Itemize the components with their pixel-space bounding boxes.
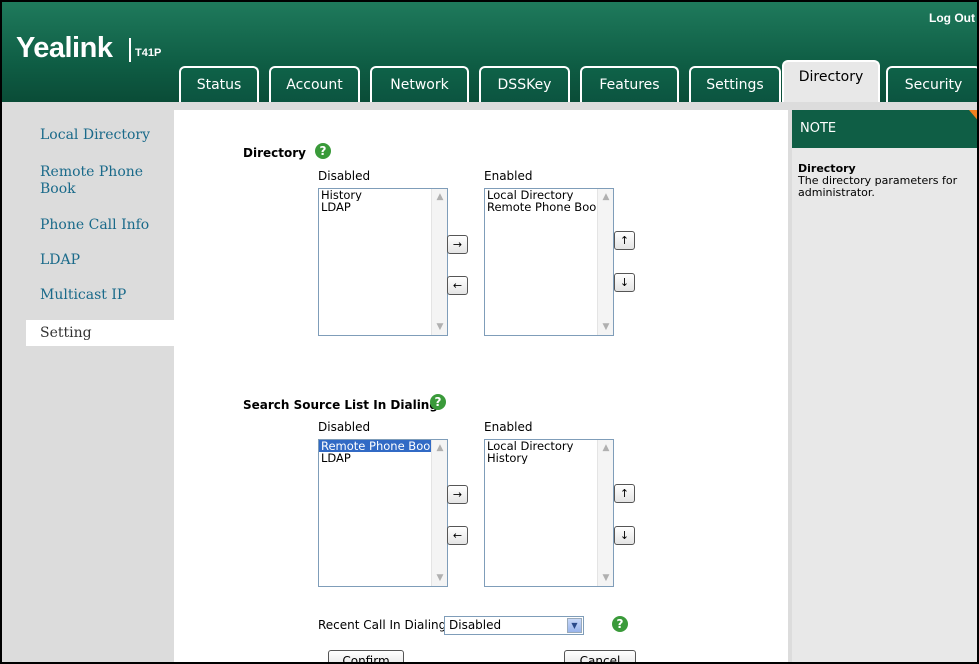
list-item[interactable]: LDAP <box>319 452 431 464</box>
note-body: Directory The directory parameters for a… <box>792 148 977 662</box>
search-move-right-button[interactable]: → <box>447 485 468 504</box>
header-strip <box>2 102 977 110</box>
directory-disabled-list[interactable]: History LDAP ▲ ▼ <box>318 188 448 336</box>
tab-security[interactable]: Security <box>886 66 977 102</box>
scroll-down-icon[interactable]: ▼ <box>432 570 447 586</box>
list-item[interactable]: Local Directory <box>485 189 597 201</box>
recent-call-value: Disabled <box>449 618 502 632</box>
directory-disabled-label: Disabled <box>318 169 371 183</box>
directory-help-icon[interactable]: ? <box>315 143 331 159</box>
search-enabled-label: Enabled <box>484 420 533 434</box>
list-item[interactable]: Remote Phone Book <box>319 440 431 452</box>
header-bar: Yealink T41P Log Out Status Account Netw… <box>2 2 977 102</box>
chevron-down-icon[interactable]: ▼ <box>567 618 582 633</box>
scroll-up-icon[interactable]: ▲ <box>432 189 447 205</box>
scrollbar[interactable]: ▲ ▼ <box>597 189 613 335</box>
scrollbar[interactable]: ▲ ▼ <box>597 440 613 586</box>
note-header: NOTE <box>792 110 977 148</box>
directory-move-right-button[interactable]: → <box>447 235 468 254</box>
search-disabled-label: Disabled <box>318 420 371 434</box>
scroll-up-icon[interactable]: ▲ <box>598 189 613 205</box>
list-item[interactable]: Remote Phone Book <box>485 201 597 213</box>
scroll-down-icon[interactable]: ▼ <box>432 319 447 335</box>
yealink-logo: Yealink <box>16 32 113 64</box>
sidebar-item-multicast-ip[interactable]: Multicast IP <box>2 287 174 304</box>
search-move-up-button[interactable]: ↑ <box>614 484 635 503</box>
sidebar-item-ldap[interactable]: LDAP <box>2 252 174 269</box>
confirm-button[interactable]: Confirm <box>328 650 404 662</box>
sidebar-item-setting[interactable]: Setting <box>26 320 174 346</box>
directory-move-up-button[interactable]: ↑ <box>614 231 635 250</box>
scroll-down-icon[interactable]: ▼ <box>598 570 613 586</box>
search-enabled-list[interactable]: Local Directory History ▲ ▼ <box>484 439 614 587</box>
recent-call-select[interactable]: Disabled ▼ <box>444 616 584 635</box>
search-source-title: Search Source List In Dialing <box>243 398 438 412</box>
list-item[interactable]: History <box>485 452 597 464</box>
sidebar: Local Directory Remote Phone Book Phone … <box>2 110 174 662</box>
tab-settings[interactable]: Settings <box>689 66 781 102</box>
search-source-help-icon[interactable]: ? <box>430 394 446 410</box>
list-item[interactable]: LDAP <box>319 201 431 213</box>
directory-enabled-label: Enabled <box>484 169 533 183</box>
sidebar-item-phone-call-info[interactable]: Phone Call Info <box>2 217 174 234</box>
tab-account[interactable]: Account <box>269 66 360 102</box>
note-panel: NOTE Directory The directory parameters … <box>788 110 977 662</box>
tab-status[interactable]: Status <box>179 66 259 102</box>
tab-network[interactable]: Network <box>370 66 469 102</box>
note-text: The directory parameters for administrat… <box>798 174 958 199</box>
search-move-left-button[interactable]: ← <box>447 526 468 545</box>
model-label: T41P <box>135 47 162 59</box>
tab-directory[interactable]: Directory <box>782 60 880 102</box>
list-item[interactable]: Local Directory <box>485 440 597 452</box>
scroll-up-icon[interactable]: ▲ <box>598 440 613 456</box>
directory-move-down-button[interactable]: ↓ <box>614 273 635 292</box>
recent-call-label: Recent Call In Dialing <box>318 618 447 632</box>
search-move-down-button[interactable]: ↓ <box>614 526 635 545</box>
directory-move-left-button[interactable]: ← <box>447 276 468 295</box>
scroll-up-icon[interactable]: ▲ <box>432 440 447 456</box>
browser-frame: Yealink T41P Log Out Status Account Netw… <box>0 0 979 664</box>
directory-enabled-list[interactable]: Local Directory Remote Phone Book ▲ ▼ <box>484 188 614 336</box>
search-disabled-list[interactable]: Remote Phone Book LDAP ▲ ▼ <box>318 439 448 587</box>
main-content: Directory ? Disabled Enabled History LDA… <box>174 110 788 662</box>
scroll-down-icon[interactable]: ▼ <box>598 319 613 335</box>
logout-link[interactable]: Log Out <box>929 11 975 25</box>
tab-features[interactable]: Features <box>580 66 679 102</box>
logo-separator <box>129 38 131 62</box>
cancel-button[interactable]: Cancel <box>564 650 636 662</box>
scrollbar[interactable]: ▲ ▼ <box>431 189 447 335</box>
note-corner-icon <box>969 110 977 124</box>
directory-title: Directory <box>243 146 306 160</box>
list-item[interactable]: History <box>319 189 431 201</box>
scrollbar[interactable]: ▲ ▼ <box>431 440 447 586</box>
tab-dsskey[interactable]: DSSKey <box>479 66 570 102</box>
sidebar-item-local-directory[interactable]: Local Directory <box>2 127 174 144</box>
sidebar-item-remote-phone-book[interactable]: Remote Phone Book <box>2 164 152 198</box>
recent-call-help-icon[interactable]: ? <box>612 616 628 632</box>
